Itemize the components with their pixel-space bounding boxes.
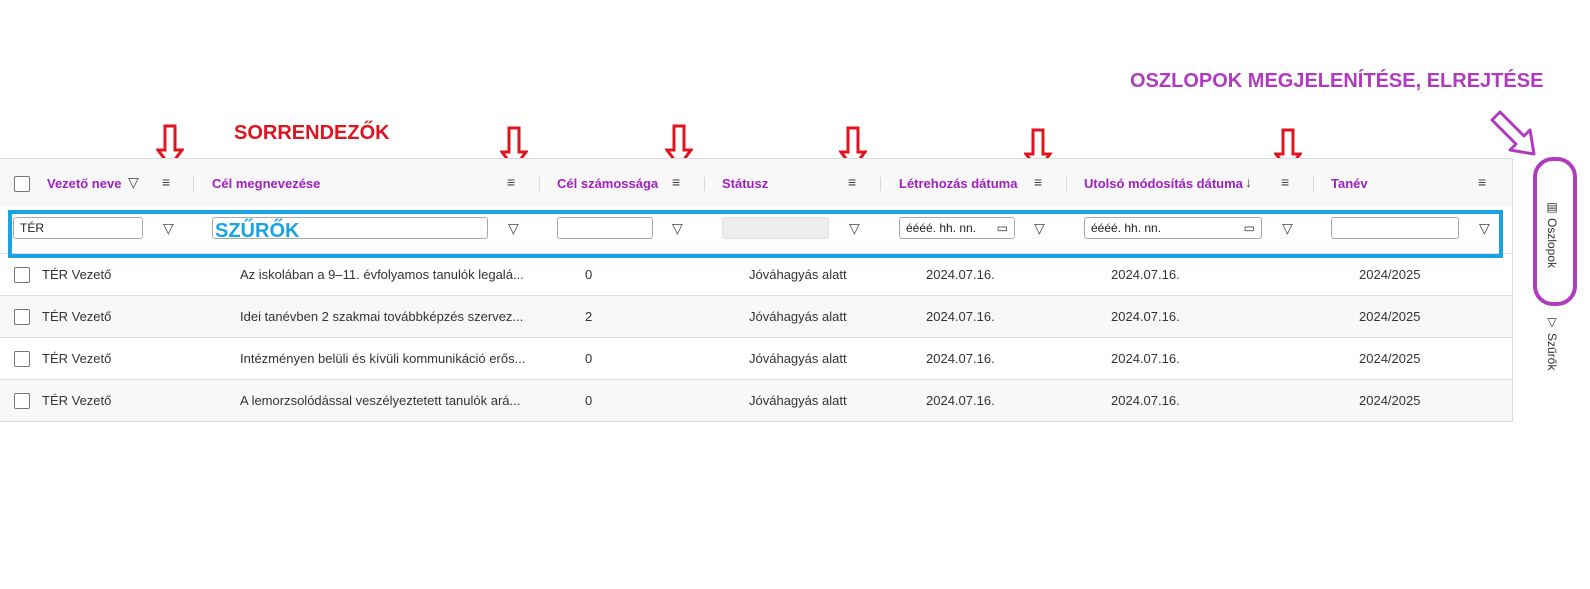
arrow-down-icon[interactable]: ↓: [1245, 174, 1252, 190]
col-header-szamossag[interactable]: Cél számossága: [557, 159, 658, 207]
cell-letrehozas: 2024.07.16.: [926, 309, 995, 324]
cell-modositas: 2024.07.16.: [1111, 351, 1180, 366]
sidebar-divider: [1512, 158, 1513, 422]
row-checkbox[interactable]: [14, 267, 30, 283]
cell-modositas: 2024.07.16.: [1111, 309, 1180, 324]
col-header-label: Státusz: [722, 175, 769, 191]
col-header-modositas[interactable]: Utolsó módosítás dátuma: [1084, 159, 1243, 207]
cell-tanev: 2024/2025: [1359, 309, 1421, 324]
menu-icon[interactable]: ≡: [1281, 174, 1289, 190]
columns-arrow: [1490, 110, 1536, 156]
table-row[interactable]: TÉR Vezető Az iskolában a 9–11. évfolyam…: [0, 254, 1512, 296]
cell-cel: A lemorzsolódással veszélyeztetett tanul…: [240, 393, 521, 408]
col-separator: [880, 177, 881, 191]
cell-tanev: 2024/2025: [1359, 351, 1421, 366]
col-header-tanev[interactable]: Tanév: [1331, 159, 1368, 207]
cell-szamossag: 0: [585, 351, 593, 366]
filters-annotation: SZŰRŐK: [215, 220, 300, 242]
menu-icon[interactable]: ≡: [162, 174, 170, 190]
table-row[interactable]: TÉR Vezető Intézményen belüli és kívüli …: [0, 338, 1512, 380]
funnel-icon: ▽: [1545, 315, 1559, 329]
cell-cel: Az iskolában a 9–11. évfolyamos tanulók …: [240, 267, 524, 282]
cell-statusz: Jóváhagyás alatt: [749, 351, 847, 366]
cell-tanev: 2024/2025: [1359, 267, 1421, 282]
col-header-label: Cél megnevezése: [212, 175, 321, 191]
select-all-checkbox[interactable]: [14, 176, 30, 192]
cell-cel: Intézményen belüli és kívüli kommunikáci…: [240, 351, 526, 366]
col-header-label: Utolsó módosítás dátuma: [1084, 175, 1243, 191]
cell-letrehozas: 2024.07.16.: [926, 351, 995, 366]
row-checkbox[interactable]: [14, 351, 30, 367]
cell-cel: Idei tanévben 2 szakmai továbbképzés sze…: [240, 309, 524, 324]
row-checkbox[interactable]: [14, 393, 30, 409]
columns-highlight-circle: [1533, 157, 1577, 306]
table-row[interactable]: TÉR Vezető Idei tanévben 2 szakmai továb…: [0, 296, 1512, 338]
sorters-annotation: SORRENDEZŐK: [234, 122, 390, 144]
col-separator: [539, 177, 540, 191]
menu-icon[interactable]: ≡: [1478, 174, 1486, 190]
table-row[interactable]: TÉR Vezető A lemorzsolódással veszélyezt…: [0, 380, 1512, 422]
menu-icon[interactable]: ≡: [1034, 174, 1042, 190]
col-separator: [704, 177, 705, 191]
tab-filters[interactable]: ▽ Szűrők: [1545, 315, 1559, 370]
menu-icon[interactable]: ≡: [507, 174, 515, 190]
cell-szamossag: 0: [585, 267, 593, 282]
col-header-label: Cél számossága: [557, 175, 659, 191]
cell-letrehozas: 2024.07.16.: [926, 393, 995, 408]
cell-statusz: Jóváhagyás alatt: [749, 309, 847, 324]
cell-szamossag: 0: [585, 393, 593, 408]
cell-vezeto: TÉR Vezető: [42, 351, 112, 366]
cell-statusz: Jóváhagyás alatt: [749, 393, 847, 408]
menu-icon[interactable]: ≡: [848, 174, 856, 190]
col-header-vezeto[interactable]: Vezető neve: [47, 159, 121, 207]
col-separator: [1313, 177, 1314, 191]
col-separator: [193, 177, 194, 191]
col-header-letrehozas[interactable]: Létrehozás dátuma: [899, 159, 1017, 207]
cell-szamossag: 2: [585, 309, 593, 324]
cell-letrehozas: 2024.07.16.: [926, 267, 995, 282]
menu-icon[interactable]: ≡: [672, 174, 680, 190]
cell-statusz: Jóváhagyás alatt: [749, 267, 847, 282]
cell-modositas: 2024.07.16.: [1111, 393, 1180, 408]
col-header-statusz[interactable]: Státusz: [722, 159, 768, 207]
header-row: Vezető neve ▽ ≡ Cél megnevezése ≡ Cél sz…: [0, 158, 1512, 208]
cell-tanev: 2024/2025: [1359, 393, 1421, 408]
row-checkbox[interactable]: [14, 309, 30, 325]
cell-vezeto: TÉR Vezető: [42, 267, 112, 282]
columns-annotation: OSZLOPOK MEGJELENÍTÉSE, ELREJTÉSE: [1130, 70, 1544, 92]
cell-modositas: 2024.07.16.: [1111, 267, 1180, 282]
col-separator: [1066, 177, 1067, 191]
col-header-label: Vezető neve: [47, 175, 122, 191]
cell-vezeto: TÉR Vezető: [42, 309, 112, 324]
cell-vezeto: TÉR Vezető: [42, 393, 112, 408]
col-header-label: Létrehozás dátuma: [899, 175, 1018, 191]
col-header-label: Tanév: [1331, 175, 1368, 191]
funnel-icon[interactable]: ▽: [128, 174, 139, 191]
tab-filters-label: Szűrők: [1545, 333, 1559, 371]
col-header-cel[interactable]: Cél megnevezése: [212, 159, 320, 207]
